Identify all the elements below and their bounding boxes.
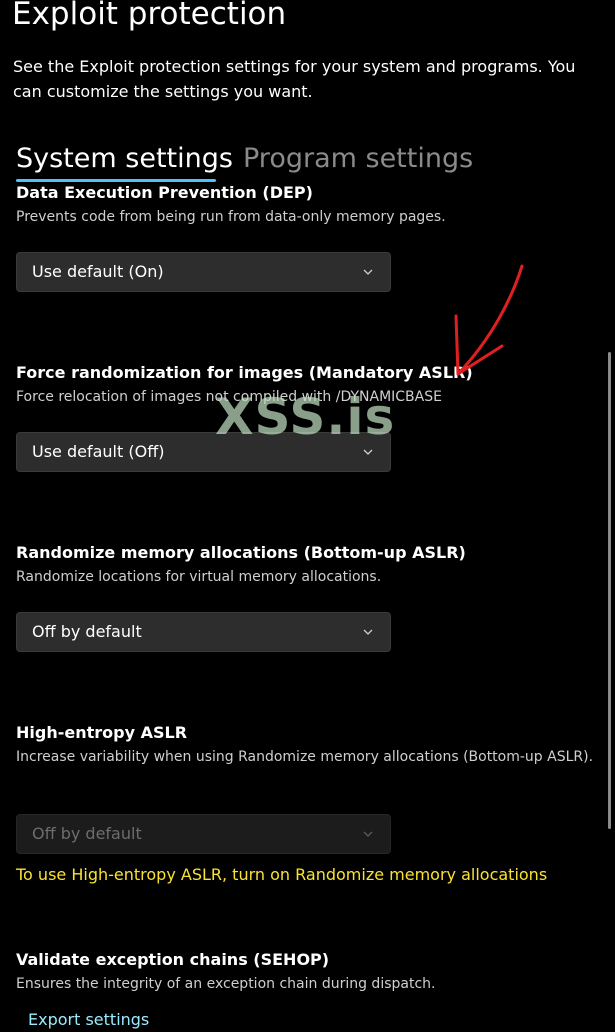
mandatory-aslr-title: Force randomization for images (Mandator… <box>16 363 473 382</box>
chevron-down-icon <box>363 629 373 635</box>
export-settings-link[interactable]: Export settings <box>28 1009 149 1031</box>
sehop-title: Validate exception chains (SEHOP) <box>16 950 330 969</box>
chevron-down-icon <box>363 831 373 837</box>
high-entropy-aslr-description: Increase variability when using Randomiz… <box>16 749 594 765</box>
bottom-up-aslr-title: Randomize memory allocations (Bottom-up … <box>16 543 466 562</box>
mandatory-aslr-dropdown-value: Use default (Off) <box>32 442 165 461</box>
chevron-down-icon <box>363 269 373 275</box>
dep-description: Prevents code from being run from data-o… <box>16 209 446 225</box>
tab-system-settings[interactable]: System settings <box>16 140 233 178</box>
bottom-up-aslr-description: Randomize locations for virtual memory a… <box>16 569 382 585</box>
mandatory-aslr-description: Force relocation of images not compiled … <box>16 389 442 405</box>
high-entropy-warning: To use High-entropy ASLR, turn on Random… <box>16 865 548 884</box>
high-entropy-aslr-dropdown: Off by default <box>16 814 391 854</box>
mandatory-aslr-dropdown[interactable]: Use default (Off) <box>16 432 391 472</box>
bottom-up-aslr-dropdown[interactable]: Off by default <box>16 612 391 652</box>
red-arrow-annotation <box>454 264 524 376</box>
bottom-up-aslr-dropdown-value: Off by default <box>32 622 142 641</box>
dep-dropdown[interactable]: Use default (On) <box>16 252 391 292</box>
high-entropy-aslr-title: High-entropy ASLR <box>16 723 188 742</box>
dep-dropdown-value: Use default (On) <box>32 262 164 281</box>
page-title: Exploit protection <box>12 0 287 32</box>
chevron-down-icon <box>363 449 373 455</box>
dep-title: Data Execution Prevention (DEP) <box>16 183 313 202</box>
sehop-description: Ensures the integrity of an exception ch… <box>16 976 436 992</box>
vertical-scrollbar[interactable] <box>608 352 611 829</box>
exploit-protection-page: Exploit protection See the Exploit prote… <box>0 0 615 1032</box>
high-entropy-aslr-dropdown-value: Off by default <box>32 824 142 843</box>
tab-program-settings[interactable]: Program settings <box>243 140 473 178</box>
page-description: See the Exploit protection settings for … <box>13 57 576 101</box>
